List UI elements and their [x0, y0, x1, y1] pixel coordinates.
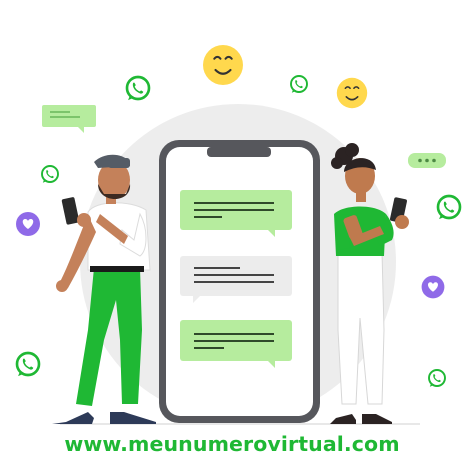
illustration-stage: www.meunumerovirtual.com [0, 0, 464, 476]
whatsapp-icon [15, 351, 41, 378]
whatsapp-icon [428, 369, 446, 388]
chat-bubble-outgoing [180, 256, 292, 303]
illustration-svg [15, 43, 462, 425]
whatsapp-icon [125, 75, 151, 102]
whatsapp-icon [41, 165, 59, 184]
chat-bubble-incoming [180, 190, 292, 237]
message-card-icon [42, 105, 96, 133]
whatsapp-icon [436, 194, 462, 221]
heart-icon [421, 275, 445, 299]
whatsapp-icon [290, 75, 308, 94]
smiley-icon [201, 43, 245, 87]
site-url-text[interactable]: www.meunumerovirtual.com [0, 432, 464, 456]
heart-icon [16, 212, 40, 236]
smiley-icon [335, 76, 369, 110]
chat-bubble-incoming [180, 320, 292, 368]
typing-dots-icon [408, 153, 446, 168]
